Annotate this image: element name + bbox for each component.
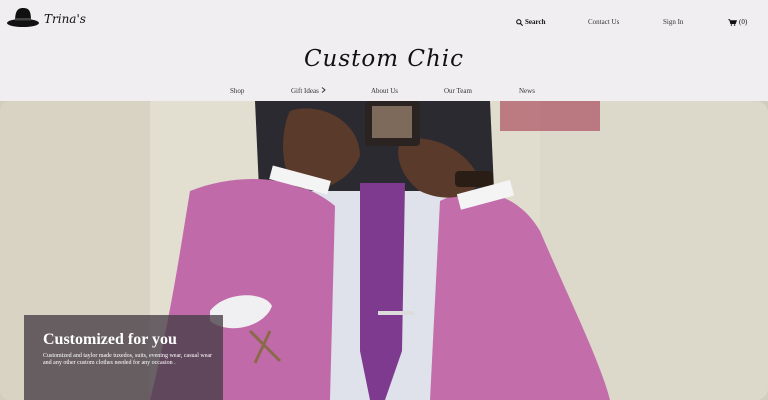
cart-link[interactable]: (0): [728, 18, 747, 26]
search-label: Search: [525, 18, 546, 26]
menu-item-gift-ideas-label: Gift Ideas: [291, 87, 319, 95]
cart-icon: [728, 18, 737, 26]
hat-icon: [7, 8, 39, 27]
menu-item-news[interactable]: News: [519, 87, 535, 95]
cart-count: (0): [739, 18, 748, 26]
menu-item-gift-ideas[interactable]: Gift Ideas: [291, 87, 326, 95]
menu-item-shop[interactable]: Shop: [230, 87, 244, 95]
search-icon: [516, 18, 523, 26]
hero-caption: Customized for you Customized and taylor…: [24, 315, 223, 400]
logo[interactable]: Trina's: [6, 4, 86, 28]
hero-caption-text: Customized and taylor made tuxedos, suit…: [43, 353, 213, 366]
contact-us-link[interactable]: Contact Us: [588, 18, 619, 26]
header: Trina's Search Contact Us Sign In (0) Cu…: [0, 0, 768, 101]
logo-text: Trina's: [44, 12, 86, 26]
chevron-right-icon: [321, 87, 326, 93]
menu-item-about-us[interactable]: About Us: [371, 87, 398, 95]
sign-in-link[interactable]: Sign In: [663, 18, 683, 26]
menu-item-our-team[interactable]: Our Team: [444, 87, 472, 95]
brand-title: Custom Chic: [303, 46, 465, 72]
hero-caption-title: Customized for you: [43, 331, 177, 348]
search-link[interactable]: Search: [516, 18, 545, 26]
